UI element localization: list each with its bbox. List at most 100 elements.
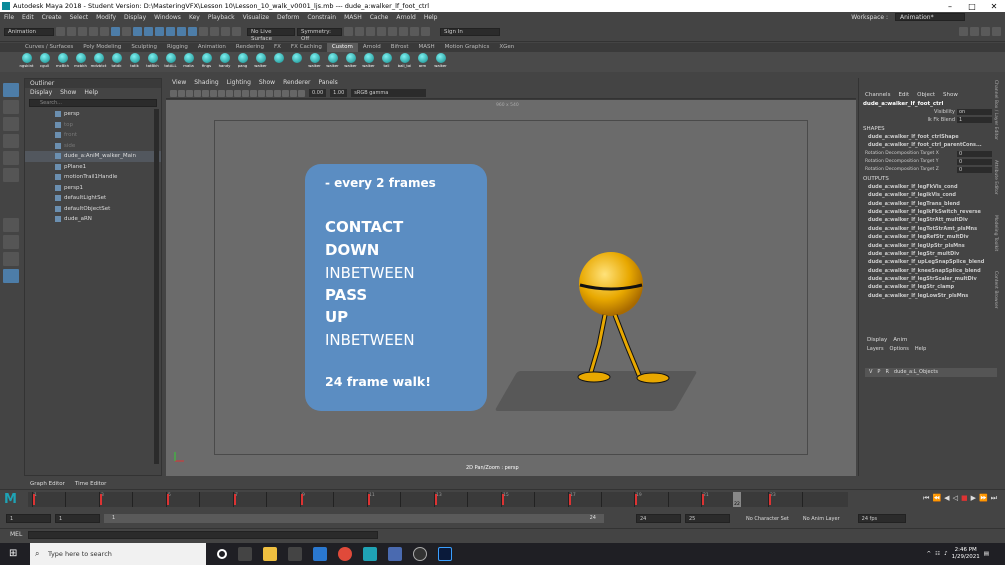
windows-start-icon[interactable]: ⊞ bbox=[9, 548, 17, 559]
outliner-item[interactable]: pPlane1 bbox=[25, 162, 161, 173]
viewport-menu-renderer[interactable]: Renderer bbox=[283, 78, 310, 88]
save-scene-icon[interactable] bbox=[78, 27, 87, 36]
gamma-field[interactable]: 1.00 bbox=[330, 89, 348, 97]
menu-file[interactable]: File bbox=[0, 14, 18, 21]
channel-attribute[interactable]: Visibility on bbox=[859, 108, 1005, 116]
shelf-tab-fx[interactable]: FX bbox=[269, 43, 286, 52]
shelf-button[interactable]: malia bbox=[180, 53, 197, 71]
camera-icon[interactable] bbox=[366, 27, 375, 36]
channel-tab-object[interactable]: Object bbox=[917, 90, 935, 100]
outliner-item[interactable]: dude_a:AniM_walker_Main bbox=[25, 151, 161, 162]
shelf-button[interactable]: tatlk bbox=[126, 53, 143, 71]
output-node[interactable]: dude_a:walker_lf_legLowStr_plsMns bbox=[859, 292, 1005, 300]
output-node[interactable]: dude_a:walker_lf_legStrAtt_multDiv bbox=[859, 216, 1005, 224]
outliner-item[interactable]: side bbox=[25, 141, 161, 152]
maximize-icon[interactable]: □ bbox=[961, 2, 983, 11]
layer-menu-layers[interactable]: Layers bbox=[867, 345, 884, 354]
layer-tab-anim[interactable]: Anim bbox=[893, 336, 907, 345]
layer-tab-display[interactable]: Display bbox=[867, 336, 887, 345]
taskbar-search-input[interactable]: ⌕ Type here to search bbox=[30, 543, 206, 565]
obs-icon[interactable] bbox=[413, 547, 427, 561]
render-view-icon[interactable] bbox=[410, 27, 419, 36]
menu-constrain[interactable]: Constrain bbox=[303, 14, 340, 21]
shelf-button[interactable]: walker bbox=[306, 53, 323, 71]
time-slider-track[interactable]: 1 3 5 7 9 11 13 15 17 19 21 23 22 bbox=[28, 492, 848, 507]
shelf-button[interactable]: ball_tai bbox=[396, 53, 413, 71]
menu-cache[interactable]: Cache bbox=[366, 14, 393, 21]
snap-surface-icon[interactable] bbox=[188, 27, 197, 36]
shelf-tab-motion-graphics[interactable]: Motion Graphics bbox=[440, 43, 495, 52]
keyframe-marker[interactable] bbox=[435, 494, 437, 505]
shelf-button[interactable]: walker bbox=[360, 53, 377, 71]
resolution-gate-icon[interactable] bbox=[210, 89, 217, 97]
side-tab[interactable]: Channel Box / Layer Editor bbox=[993, 80, 998, 140]
outliner-item[interactable]: persp bbox=[25, 109, 161, 120]
history-icon[interactable] bbox=[199, 27, 208, 36]
channel-attr-value[interactable]: on bbox=[957, 109, 992, 115]
colorspace-dropdown[interactable]: sRGB gamma bbox=[351, 89, 427, 97]
shelf-tab-rigging[interactable]: Rigging bbox=[162, 43, 193, 52]
scene-end-field[interactable]: 25 bbox=[685, 514, 730, 523]
outliner-item[interactable]: persp1 bbox=[25, 183, 161, 194]
shelf-button[interactable]: tatdk bbox=[108, 53, 125, 71]
step-forward-icon[interactable]: ▶ bbox=[971, 494, 976, 503]
paint-select-icon[interactable] bbox=[3, 117, 19, 131]
close-icon[interactable]: ✕ bbox=[983, 2, 1005, 11]
isolate-select-icon[interactable] bbox=[290, 89, 297, 97]
output-node[interactable]: dude_a:walker_lf_legFkVis_cond bbox=[859, 183, 1005, 191]
ambient-occlusion-icon[interactable] bbox=[282, 89, 289, 97]
shelf-button[interactable]: tail bbox=[378, 53, 395, 71]
menu-select[interactable]: Select bbox=[66, 14, 93, 21]
rotation-attr-value[interactable]: 0 bbox=[957, 150, 992, 157]
snap-grid-icon[interactable] bbox=[144, 27, 153, 36]
output-node[interactable]: dude_a:walker_lf_upLegSnapSplice_blend bbox=[859, 258, 1005, 266]
keyframe-marker[interactable] bbox=[702, 494, 704, 505]
outliner-item[interactable]: front bbox=[25, 130, 161, 141]
menu-edit[interactable]: Edit bbox=[18, 14, 38, 21]
light-icon[interactable] bbox=[355, 27, 364, 36]
shelf-button[interactable]: walker bbox=[252, 53, 269, 71]
lasso-tool-icon[interactable] bbox=[3, 100, 19, 114]
fps-dropdown[interactable]: 24 fps bbox=[857, 514, 906, 523]
shelf-tab-bifrost[interactable]: Bifrost bbox=[386, 43, 414, 52]
scale-tool-icon[interactable] bbox=[3, 168, 19, 182]
keyframe-marker[interactable] bbox=[33, 494, 35, 505]
arnold-icon[interactable] bbox=[399, 27, 408, 36]
step-back-icon[interactable]: ◀ bbox=[944, 494, 949, 503]
rotation-attr-value[interactable]: 0 bbox=[957, 158, 992, 165]
exposure-field[interactable]: 0.00 bbox=[309, 89, 327, 97]
menu-arnold[interactable]: Arnold bbox=[392, 14, 419, 21]
shelf-button[interactable]: handy bbox=[216, 53, 233, 71]
undo-icon[interactable] bbox=[89, 27, 98, 36]
open-scene-icon[interactable] bbox=[67, 27, 76, 36]
redo-icon[interactable] bbox=[100, 27, 109, 36]
shelf-button[interactable] bbox=[270, 53, 287, 71]
gate-mask-icon[interactable] bbox=[218, 89, 225, 97]
volume-icon[interactable]: ♪ bbox=[944, 551, 948, 557]
xray-icon[interactable] bbox=[298, 89, 305, 97]
shadows-icon[interactable] bbox=[274, 89, 281, 97]
keyframe-marker[interactable] bbox=[569, 494, 571, 505]
keyframe-marker[interactable] bbox=[234, 494, 236, 505]
file-explorer-icon[interactable] bbox=[263, 547, 277, 561]
channel-tab-show[interactable]: Show bbox=[943, 90, 958, 100]
scene-start-field[interactable]: 1 bbox=[6, 514, 51, 523]
grid-icon[interactable] bbox=[194, 89, 201, 97]
shelf-tab-curves-surfaces[interactable]: Curves / Surfaces bbox=[20, 43, 78, 52]
symmetry-dropdown[interactable]: Symmetry: Off bbox=[297, 27, 342, 42]
shelf-tab-animation[interactable]: Animation bbox=[193, 43, 231, 52]
playback-end-field[interactable]: 24 bbox=[636, 514, 681, 523]
layer-reference-toggle[interactable]: R bbox=[885, 368, 888, 377]
layer-menu-options[interactable]: Options bbox=[890, 345, 909, 354]
maya-taskbar-icon[interactable] bbox=[363, 547, 377, 561]
channel-attribute[interactable]: Ik Fk Blend 1 bbox=[859, 116, 1005, 124]
outliner-layout-icon[interactable] bbox=[3, 269, 19, 283]
shelf-button[interactable]: pang bbox=[234, 53, 251, 71]
viewport-menu-lighting[interactable]: Lighting bbox=[227, 78, 251, 88]
channel-tab-edit[interactable]: Edit bbox=[898, 90, 909, 100]
current-time-indicator[interactable]: 22 bbox=[733, 492, 741, 507]
rotate-tool-icon[interactable] bbox=[3, 151, 19, 165]
layer-playback-toggle[interactable]: P bbox=[877, 368, 880, 377]
side-tab[interactable]: Attribute Editor bbox=[993, 160, 998, 195]
clock[interactable]: 2:46 PM 1/29/2021 bbox=[952, 547, 980, 561]
